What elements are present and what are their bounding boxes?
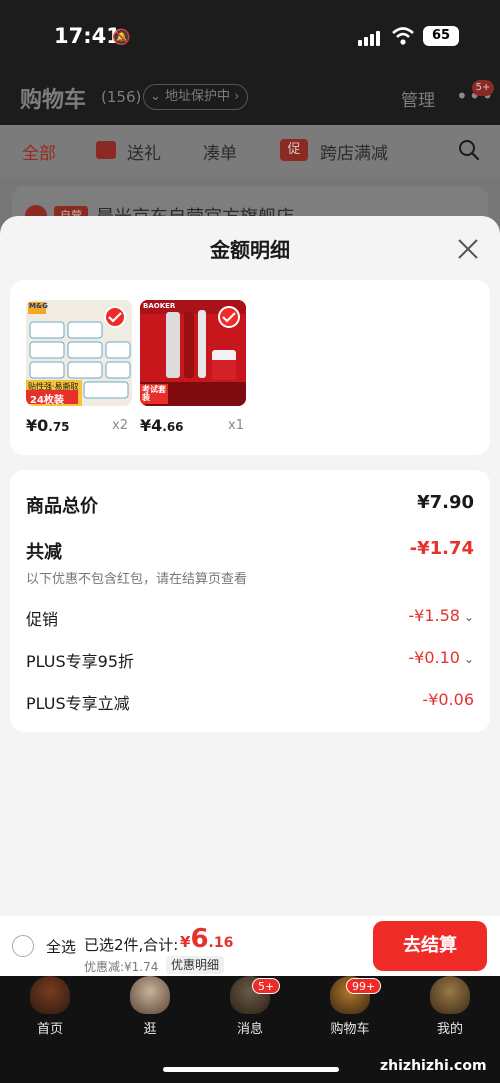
sheet-title: 金额明细 (210, 238, 290, 262)
thumb-tag: 考试套装 (142, 385, 166, 402)
product-thumbnail: M&G 贴性强·易撕取 24枚装 (26, 300, 132, 406)
tab-browse[interactable]: 逛 (110, 976, 190, 1046)
tab-cart[interactable]: 99+ 购物车 (310, 976, 390, 1046)
promo-tag: 促 (280, 139, 308, 161)
bell-muted-icon: 🔕 (112, 28, 131, 46)
cart-badge: 99+ (346, 978, 382, 994)
gift-icon (96, 141, 116, 159)
select-all-label[interactable]: 全选 (46, 936, 76, 957)
filter-gift[interactable]: 送礼 (127, 139, 161, 164)
discount-label: 促销 (26, 610, 59, 629)
discount-note: 以下优惠不包含红包，请在结算页查看 (26, 572, 248, 587)
manage-button[interactable]: 管理 (401, 86, 435, 111)
checkout-bar: 全选 已选2件,合计: ¥6.16 优惠减:¥1.74 优惠明细 去结算 (0, 916, 500, 976)
wifi-icon (392, 27, 414, 45)
discount-value: -¥1.58 ⌄ (408, 606, 474, 625)
selected-check-icon (104, 306, 126, 328)
filter-bundle[interactable]: 凑单 (203, 139, 237, 164)
checkout-button[interactable]: 去结算 (373, 921, 487, 971)
tab-home[interactable]: 首页 (10, 976, 90, 1046)
tab-label: 我的 (436, 1022, 463, 1037)
page-title: 购物车 (20, 88, 87, 113)
tab-profile[interactable]: 我的 (410, 976, 490, 1046)
total-discount-label: 共减 (26, 542, 62, 563)
profile-tab-icon (430, 976, 470, 1014)
selected-summary: 已选2件,合计: (84, 936, 179, 954)
filter-cross-store[interactable]: 跨店满减 (320, 139, 388, 164)
cart-count: (156) (101, 88, 142, 106)
tab-label: 首页 (36, 1022, 63, 1037)
selected-check-icon (218, 306, 240, 328)
home-indicator (163, 1067, 339, 1072)
shield-icon: ⌄ (150, 89, 166, 104)
goods-total-label: 商品总价 (26, 496, 98, 517)
thumb-brand: BAOKER (143, 302, 176, 310)
discount-value: -¥0.10 ⌄ (408, 648, 474, 667)
discount-label: PLUS专享95折 (26, 652, 134, 671)
address-protect-label: 地址保护中 (165, 89, 231, 104)
tab-label: 消息 (236, 1022, 263, 1037)
chevron-right-icon: › (230, 89, 240, 104)
more-badge: 5+ (472, 80, 494, 96)
home-tab-icon (30, 976, 70, 1014)
product-price: ¥4.66 (140, 416, 184, 435)
browse-tab-icon (130, 976, 170, 1014)
product-price: ¥0.75 (26, 416, 70, 435)
thumb-brand: M&G (29, 302, 48, 310)
products-card: M&G 贴性强·易撕取 24枚装 ¥0.75 x2 BAOKER 考试套装 ¥4… (10, 280, 490, 455)
thumb-tag: 24枚装 (30, 395, 64, 406)
tab-messages[interactable]: 5+ 消息 (210, 976, 290, 1046)
chevron-down-icon: ⌄ (463, 652, 474, 666)
filter-all[interactable]: 全部 (22, 139, 56, 164)
status-time: 17:41 (54, 24, 121, 48)
discount-amount: 优惠减:¥1.74 (84, 960, 159, 974)
goods-total-value: ¥7.90 (417, 492, 474, 513)
discount-label: PLUS专享立减 (26, 694, 130, 713)
product-quantity: x2 (112, 418, 128, 433)
tab-label: 逛 (143, 1022, 157, 1037)
product-quantity: x1 (228, 418, 244, 433)
search-icon[interactable] (458, 139, 480, 161)
select-all-checkbox[interactable] (12, 935, 34, 957)
cart-header: 购物车 (156) ⌄ 地址保护中 › 管理 ••• 5+ (0, 80, 500, 114)
messages-badge: 5+ (252, 978, 281, 994)
total-discount-value: -¥1.74 (409, 538, 474, 559)
address-protect-pill[interactable]: ⌄ 地址保护中 › (143, 84, 249, 110)
status-bar: 17:41 🔕 65 (0, 20, 500, 56)
amount-detail-sheet: 金额明细 M&G 贴性强·易撕取 24枚装 ¥0.75 x2 BAOKER 考试… (0, 216, 500, 916)
signal-icon (358, 30, 384, 46)
chevron-down-icon: ⌄ (463, 610, 474, 624)
tab-label: 购物车 (330, 1022, 370, 1037)
close-icon[interactable] (456, 237, 480, 261)
filter-bar: 全部 送礼 凑单 促 跨店满减 (0, 125, 500, 177)
total-price: ¥6.16 (180, 924, 234, 954)
watermark: zhizhizhi.com (380, 1058, 487, 1074)
battery-icon: 65 (423, 26, 459, 46)
discount-detail-link[interactable]: 优惠明细 (166, 956, 225, 974)
price-summary-card: 商品总价 ¥7.90 共减 -¥1.74 以下优惠不包含红包，请在结算页查看 促… (10, 470, 490, 732)
discount-value: -¥0.06 (422, 690, 474, 709)
product-thumbnail: BAOKER 考试套装 (140, 300, 246, 406)
